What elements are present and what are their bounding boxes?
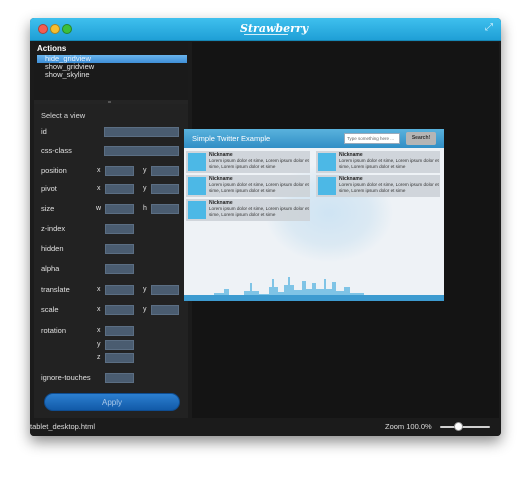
size-h-field[interactable] [151, 204, 179, 214]
hidden-label: hidden [41, 244, 64, 253]
size-w-label: w [96, 205, 102, 212]
position-label: position [41, 166, 67, 175]
close-window-button[interactable] [38, 24, 48, 34]
pivot-x-label: x [97, 185, 101, 192]
preview-search-input[interactable]: Type something here ... [344, 133, 400, 144]
status-bar: tablet_desktop.html Zoom 100.0% [30, 418, 501, 436]
tweet-text: Lorem ipsum dolor et sime, Lorem ipsum d… [209, 158, 309, 169]
size-label: size [41, 204, 55, 213]
preview-search-button[interactable]: Search! [406, 132, 436, 145]
size-h-label: h [143, 205, 147, 212]
tweet-card[interactable]: Nickname Lorem ipsum dolor et sime, Lore… [316, 175, 440, 197]
action-item-show-skyline[interactable]: show_skyline [37, 71, 187, 79]
splitter-grip-icon [108, 101, 111, 103]
title-bar[interactable]: Strawberry ⤢ [30, 18, 501, 41]
zoom-window-button[interactable] [62, 24, 72, 34]
actions-title: Actions [37, 44, 67, 53]
translate-y-label: y [143, 286, 147, 293]
actions-panel: Actions hide_gridview show_gridview show… [34, 42, 188, 100]
scale-x-field[interactable] [105, 305, 134, 315]
css-class-label: css-class [41, 146, 72, 155]
status-file-name: tablet_desktop.html [30, 422, 96, 431]
minimize-window-button[interactable] [50, 24, 60, 34]
tweet-text: Lorem ipsum dolor et sime, Lorem ipsum d… [339, 158, 439, 169]
properties-title: Select a view [41, 111, 86, 120]
tweet-avatar [188, 177, 206, 195]
tweet-text: Lorem ipsum dolor et sime, Lorem ipsum d… [339, 182, 439, 193]
tweet-avatar [318, 153, 336, 171]
hidden-field[interactable] [105, 244, 134, 254]
tweet-avatar [188, 201, 206, 219]
tweet-card[interactable]: Nickname Lorem ipsum dolor et sime, Lore… [316, 151, 440, 173]
translate-label: translate [41, 285, 70, 294]
pivot-y-label: y [143, 185, 147, 192]
preview-app: Simple Twitter Example Type something he… [184, 129, 444, 301]
properties-panel: Select a view id css-class position x y … [34, 104, 188, 418]
position-x-field[interactable] [105, 166, 134, 176]
pivot-x-field[interactable] [105, 184, 134, 194]
translate-x-label: x [97, 286, 101, 293]
rotation-y-label: y [97, 341, 101, 348]
pivot-label: pivot [41, 184, 57, 193]
tweet-text: Lorem ipsum dolor et sime, Lorem ipsum d… [209, 182, 309, 193]
tweet-text: Lorem ipsum dolor et sime, Lorem ipsum d… [209, 206, 309, 217]
ignore-touches-field[interactable] [105, 373, 134, 383]
size-w-field[interactable] [105, 204, 134, 214]
expand-icon[interactable]: ⤢ [483, 22, 495, 34]
css-class-field[interactable] [104, 146, 179, 156]
rotation-label: rotation [41, 326, 67, 335]
preview-app-footer [184, 295, 444, 301]
tweet-avatar [318, 177, 336, 195]
rotation-x-label: x [97, 327, 101, 334]
zoom-label: Zoom 100.0% [385, 422, 432, 431]
alpha-field[interactable] [105, 264, 134, 274]
rotation-z-label: z [97, 354, 101, 361]
translate-y-field[interactable] [151, 285, 179, 295]
tweet-avatar [188, 153, 206, 171]
position-x-label: x [97, 167, 101, 174]
apply-button[interactable]: Apply [44, 393, 180, 411]
rotation-x-field[interactable] [105, 326, 134, 336]
logo-underline [244, 34, 288, 35]
ignore-touches-label: ignore-touches [41, 373, 91, 382]
id-field[interactable] [104, 127, 179, 137]
tweet-card[interactable]: Nickname Lorem ipsum dolor et sime, Lore… [186, 151, 310, 173]
scale-x-label: x [97, 306, 101, 313]
zoom-slider-track[interactable] [440, 426, 490, 428]
alpha-label: alpha [41, 264, 60, 273]
preview-app-title: Simple Twitter Example [192, 134, 271, 143]
rotation-y-field[interactable] [105, 340, 134, 350]
tweet-card[interactable]: Nickname Lorem ipsum dolor et sime, Lore… [186, 199, 310, 221]
z-index-label: z-index [41, 224, 66, 233]
scale-label: scale [41, 305, 59, 314]
scale-y-field[interactable] [151, 305, 179, 315]
pivot-y-field[interactable] [151, 184, 179, 194]
id-label: id [41, 127, 47, 136]
position-y-field[interactable] [151, 166, 179, 176]
translate-x-field[interactable] [105, 285, 134, 295]
position-y-label: y [143, 167, 147, 174]
z-index-field[interactable] [105, 224, 134, 234]
rotation-z-field[interactable] [105, 353, 134, 363]
tweet-card[interactable]: Nickname Lorem ipsum dolor et sime, Lore… [186, 175, 310, 197]
zoom-slider-thumb[interactable] [454, 422, 463, 431]
preview-app-header: Simple Twitter Example Type something he… [184, 129, 444, 148]
scale-y-label: y [143, 306, 147, 313]
